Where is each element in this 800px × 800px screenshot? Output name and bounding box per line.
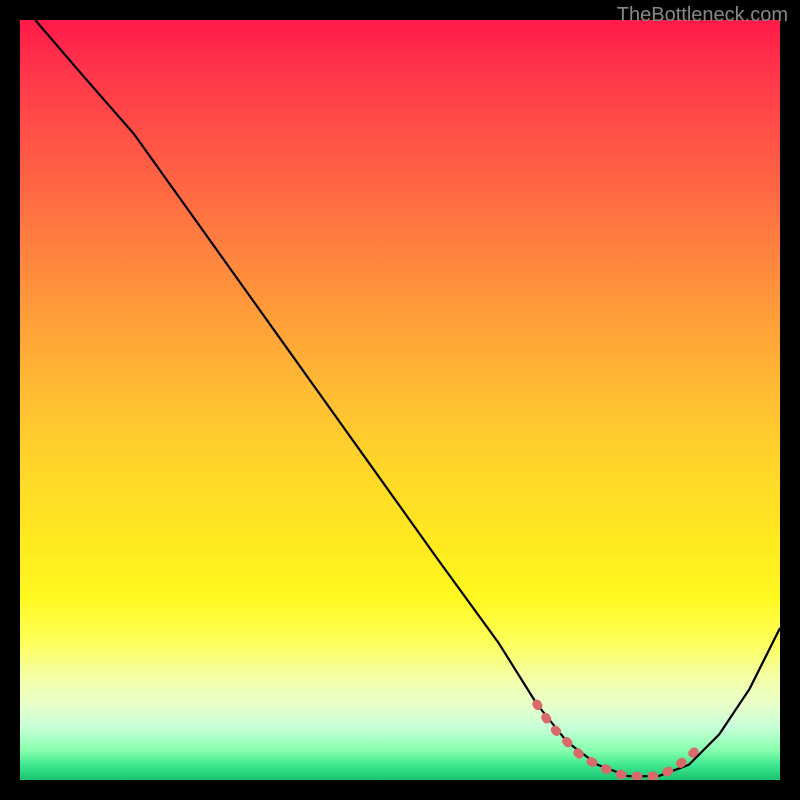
chart-svg	[20, 20, 780, 780]
plot-area	[20, 20, 780, 780]
highlight-markers	[537, 704, 704, 776]
watermark-text: TheBottleneck.com	[617, 4, 788, 27]
main-curve	[35, 20, 780, 776]
